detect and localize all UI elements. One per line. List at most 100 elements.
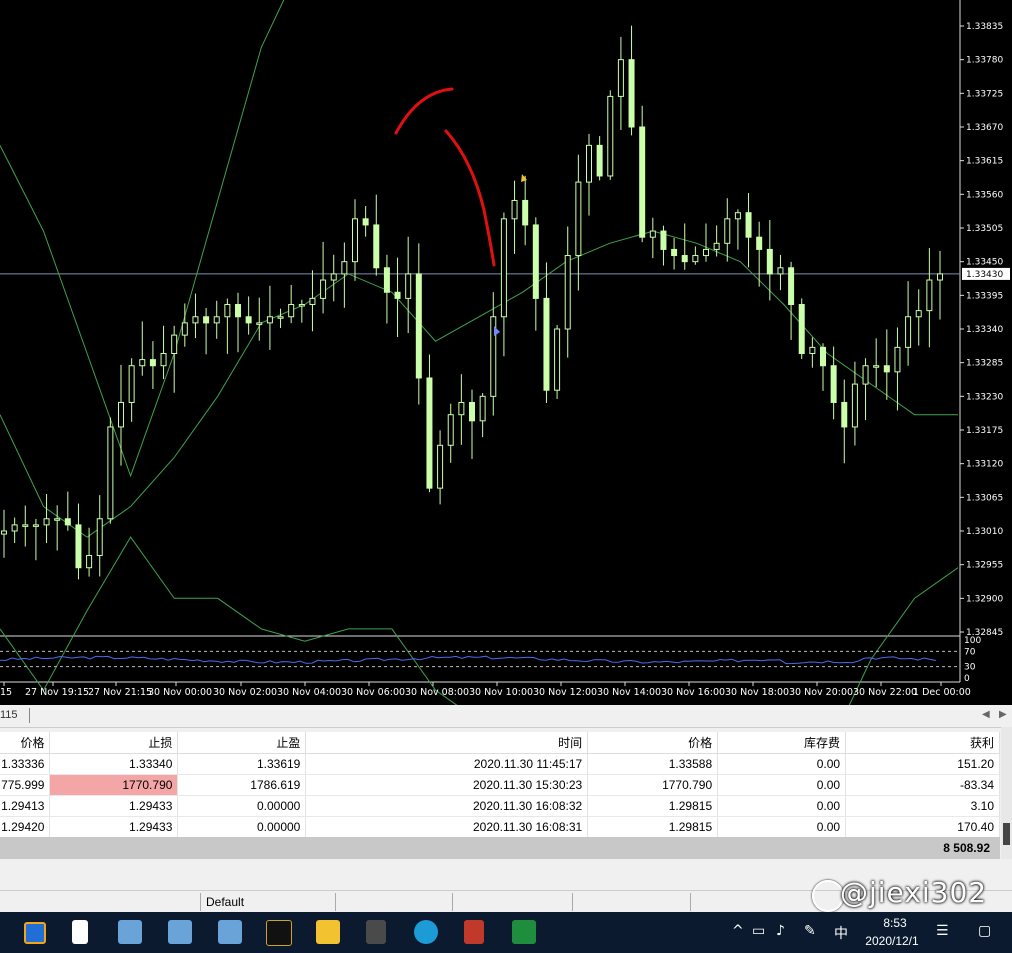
bollinger-upper-line [0, 0, 285, 478]
candle-body [681, 255, 688, 263]
candle-body [160, 352, 167, 367]
status-divider [335, 893, 336, 911]
candle-body [777, 267, 784, 275]
col-take-profit[interactable]: 止盈 [177, 732, 307, 754]
calculator-icon[interactable] [366, 920, 386, 944]
candle-body [213, 316, 220, 324]
candle-body [511, 199, 518, 220]
candle-body [64, 518, 71, 526]
candle-body [586, 144, 592, 183]
table-header-row: 价格 止损 止盈 时间 价格 库存费 获利 [0, 732, 1000, 754]
candle-body [734, 212, 741, 220]
action-center-icon[interactable]: ▢ [978, 923, 991, 939]
candle-body [383, 267, 390, 293]
clock-date[interactable]: 2020/12/1 [858, 934, 926, 948]
vertical-scrollbar[interactable] [1001, 727, 1012, 859]
chart-area[interactable]: 1.33835 1.33780 1.33725 1.33670 1.33615 1.335… [0, 0, 1012, 705]
cell-swap: 0.00 [717, 816, 847, 838]
cell-price-current: 1.29815 [587, 816, 719, 838]
candle-body [617, 59, 624, 97]
bollinger-middle-line [0, 230, 958, 538]
window-icon[interactable] [24, 922, 46, 944]
candle-body [405, 273, 412, 299]
candle-body [809, 346, 816, 354]
status-divider [690, 893, 691, 911]
chevron-up-icon[interactable]: ^ [732, 923, 744, 939]
excel-icon[interactable] [512, 920, 536, 944]
trading-app-icon[interactable] [266, 920, 292, 946]
table-row[interactable]: 1.29420 1.29433 0.00000 2020.11.30 16:08… [0, 816, 1000, 838]
remote-icon[interactable] [168, 920, 192, 944]
price-tick-label: 1.33615 [966, 157, 1003, 167]
table-row[interactable]: 1.29413 1.29433 0.00000 2020.11.30 16:08… [0, 795, 1000, 817]
candle-body [203, 316, 210, 324]
table-row[interactable]: 1.33336 1.33340 1.33619 2020.11.30 11:45… [0, 753, 1000, 775]
time-tick-label: 1 Dec 00:00 [913, 687, 971, 698]
edge-icon[interactable] [414, 920, 438, 944]
candle-body [245, 316, 252, 324]
candle-body [426, 377, 433, 489]
price-tick-label: 1.33175 [966, 426, 1003, 436]
pen-icon[interactable]: ✎ [804, 923, 816, 939]
price-tick-label: 1.32955 [966, 561, 1003, 571]
cell-profit: 151.20 [845, 753, 1000, 775]
candle-body [469, 401, 475, 422]
price-tick-label: 1.33285 [966, 359, 1003, 369]
cell-price-current: 1.33588 [587, 753, 719, 775]
col-time[interactable]: 时间 [305, 732, 589, 754]
remote-icon[interactable] [118, 920, 142, 944]
time-tick-label: 30 Nov 14:00 [597, 687, 661, 698]
candle-body [883, 365, 890, 373]
price-tick-label: 1.33450 [966, 258, 1003, 268]
tab-partial-label[interactable]: 115 [0, 709, 18, 721]
cell-price-open: 775.999 [0, 774, 51, 796]
taskbar: ^ ▭ ♪ ✎ 中 8:53 2020/12/1 ☰ ▢ [0, 912, 1012, 953]
ime-indicator[interactable]: 中 [834, 923, 848, 943]
indicator-tick-label: 100 [964, 636, 981, 646]
indicator-tick-label: 30 [964, 663, 976, 673]
candle-body [915, 310, 922, 318]
cell-swap: 0.00 [717, 795, 847, 817]
time-tick-label: 27 Nov 19:15 [25, 687, 89, 698]
scrollbar-thumb[interactable] [1003, 823, 1010, 845]
candle-body [607, 95, 614, 177]
cell-swap: 0.00 [717, 753, 847, 775]
candle-body [352, 218, 358, 263]
table-row[interactable]: 775.999 1770.790 1786.619 2020.11.30 15:… [0, 774, 1000, 796]
candle-body [224, 304, 231, 318]
tool-icon[interactable] [464, 920, 484, 944]
candle-body [181, 322, 188, 336]
annotation-stroke [444, 129, 496, 267]
candle-body [458, 401, 465, 416]
price-chart[interactable]: 1.33835 1.33780 1.33725 1.33670 1.33615 1.335… [0, 0, 1012, 705]
candle-body [937, 273, 943, 281]
scroll-left-icon[interactable]: ◀ [982, 709, 990, 720]
current-price-label: 1.33430 [966, 270, 1003, 280]
total-row: 8 508.92 [0, 837, 1000, 859]
cell-price-current: 1.29815 [587, 795, 719, 817]
folder-icon[interactable] [316, 920, 340, 944]
remote-icon[interactable] [218, 920, 242, 944]
candle-body [554, 328, 561, 391]
notification-icon[interactable]: ☰ [936, 923, 949, 939]
col-price-open[interactable]: 价格 [0, 732, 51, 754]
profile-name[interactable]: Default [206, 895, 244, 909]
col-profit[interactable]: 获利 [845, 732, 1000, 754]
candle-body [43, 518, 50, 526]
col-stop-loss[interactable]: 止损 [49, 732, 179, 754]
clock-time[interactable]: 8:53 [872, 916, 918, 930]
candle-body [564, 255, 571, 330]
time-tick-label: 30 Nov 00:00 [148, 687, 212, 698]
file-icon[interactable] [72, 920, 88, 944]
col-swap[interactable]: 库存费 [717, 732, 847, 754]
price-tick-label: 1.33395 [966, 291, 1003, 301]
candle-body [543, 297, 550, 391]
time-tick-label: 30 Nov 18:00 [725, 687, 789, 698]
price-tick-label: 1.33340 [966, 325, 1003, 335]
cell-profit: 3.10 [845, 795, 1000, 817]
candle-body [235, 304, 241, 318]
network-icon[interactable]: ▭ [752, 923, 765, 939]
scroll-right-icon[interactable]: ▶ [999, 709, 1007, 720]
volume-icon[interactable]: ♪ [776, 923, 785, 939]
col-price-current[interactable]: 价格 [587, 732, 719, 754]
